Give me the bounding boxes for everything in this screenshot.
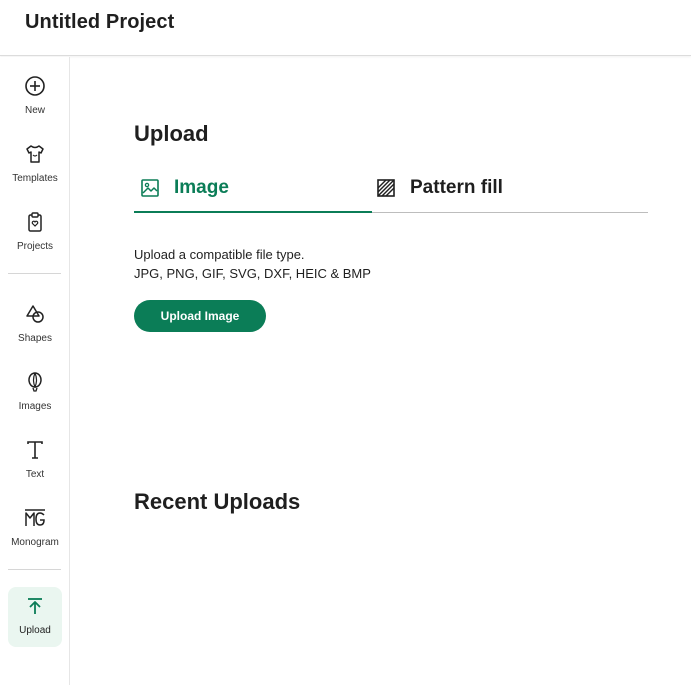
balloon-icon [28,372,42,392]
sidebar-item-label: Images [18,401,52,412]
clipboard-icon [28,212,42,232]
sidebar-item-label: Shapes [18,333,52,344]
sidebar-item-label: Templates [12,173,58,184]
sidebar-item-label: New [24,105,45,116]
sidebar-item-label: Monogram [11,537,59,548]
project-title[interactable]: Untitled Project [25,11,174,34]
top-bar: Untitled Project [0,0,691,56]
pattern-icon [377,179,395,197]
sidebar-item-label: Upload [19,625,51,636]
sidebar-item-shapes[interactable]: Shapes [8,295,62,355]
upload-icon [28,598,42,614]
sidebar-item-monogram[interactable]: Monogram [8,499,62,559]
upload-help-text: Upload a compatible file type. [134,247,305,262]
tab-image[interactable]: Image [134,171,372,213]
upload-panel: Upload Image Pattern fill Upload a compa… [71,57,691,685]
sidebar-divider [8,273,61,274]
tab-pattern-fill[interactable]: Pattern fill [376,171,648,213]
sidebar-item-images[interactable]: Images [8,363,62,423]
sidebar-item-upload[interactable]: Upload [8,587,62,647]
image-icon [141,179,159,197]
sidebar-item-text[interactable]: Text [8,431,62,491]
page-title: Upload [134,121,209,146]
sidebar-divider [8,569,61,570]
text-icon [27,441,43,459]
supported-file-types: JPG, PNG, GIF, SVG, DXF, HEIC & BMP [134,266,371,281]
monogram-icon [25,509,45,526]
sidebar-item-projects[interactable]: Projects [8,203,62,263]
sidebar: New Templates Projects Shapes Images Tex… [0,57,70,685]
tab-label: Image [174,177,229,198]
sidebar-item-label: Text [25,469,45,480]
plus-circle-icon [25,76,45,96]
tab-label: Pattern fill [410,177,503,198]
tshirt-icon [26,145,44,163]
shapes-icon [26,305,44,323]
sidebar-item-templates[interactable]: Templates [8,135,62,195]
recent-uploads-heading: Recent Uploads [134,489,301,514]
sidebar-item-label: Projects [16,241,54,252]
sidebar-item-new[interactable]: New [8,67,62,127]
upload-image-button[interactable]: Upload Image [134,300,266,332]
upload-tabs: Image Pattern fill [134,171,648,213]
